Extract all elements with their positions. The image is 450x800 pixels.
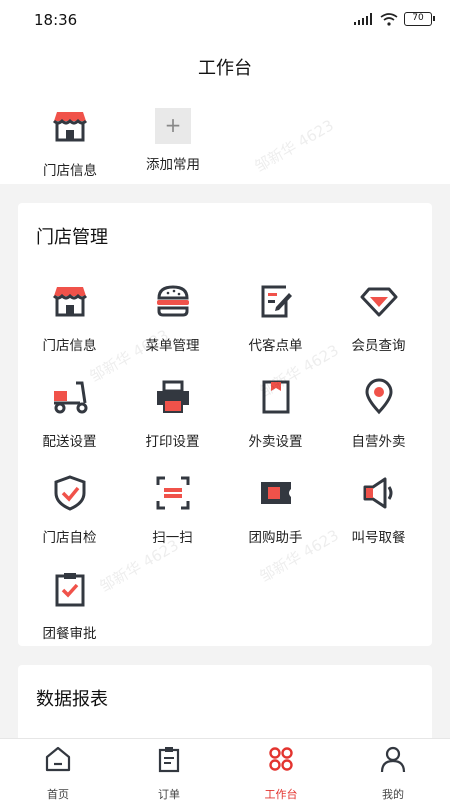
quick-item-store-info[interactable]: 门店信息 xyxy=(30,106,110,179)
grid-item-label: 叫号取餐 xyxy=(351,530,406,546)
grid-item-takeout-settings[interactable]: 外卖设置 xyxy=(224,377,327,450)
order-icon xyxy=(158,747,180,773)
bottom-tab-bar: 首页 订单 工作台 我的 xyxy=(0,738,450,800)
grid-item-group-buy-assistant[interactable]: 团购助手 xyxy=(224,473,327,546)
store-icon xyxy=(52,287,87,317)
grid-item-delivery-settings[interactable]: 配送设置 xyxy=(18,377,121,450)
workbench-icon xyxy=(269,747,293,771)
data-reports-card: 数据报表 xyxy=(18,665,432,745)
grid-item-label: 门店信息 xyxy=(42,338,97,354)
status-time: 18:36 xyxy=(34,11,78,29)
grid-item-group-meal-approval[interactable]: 团餐审批 xyxy=(18,569,121,642)
grid-item-label: 自营外卖 xyxy=(351,434,406,450)
tab-label: 首页 xyxy=(47,788,69,800)
burger-icon xyxy=(156,285,189,317)
section-title: 门店管理 xyxy=(36,227,108,248)
grid-item-label: 扫一扫 xyxy=(152,530,193,546)
location-pin-icon xyxy=(364,378,393,415)
grid-item-valet-order[interactable]: 代客点单 xyxy=(224,281,327,354)
quick-item-add-favorite[interactable]: + 添加常用 xyxy=(133,106,213,173)
takeout-bag-icon xyxy=(262,380,289,414)
grid-item-member-lookup[interactable]: 会员查询 xyxy=(327,281,430,354)
grid-item-label: 团餐审批 xyxy=(42,626,97,642)
tab-label: 订单 xyxy=(158,788,180,800)
store-management-card: 门店管理 门店信息 菜单管理 代客点单 会员查询 配送设置 打印设置 外卖设置 … xyxy=(18,203,432,646)
page-header: 工作台 xyxy=(0,40,450,90)
battery-icon: 70 xyxy=(404,12,435,26)
status-icons: 70 xyxy=(354,12,435,26)
quick-access: 门店信息 + 添加常用 xyxy=(0,90,450,184)
quick-item-label: 添加常用 xyxy=(146,157,200,173)
store-icon xyxy=(52,112,88,142)
scooter-icon xyxy=(53,381,87,414)
home-icon xyxy=(45,746,71,772)
wifi-icon xyxy=(380,12,398,26)
signal-icon xyxy=(354,13,372,25)
tab-orders[interactable]: 订单 xyxy=(113,745,225,800)
grid-item-label: 代客点单 xyxy=(248,338,303,354)
page-title: 工作台 xyxy=(198,58,252,79)
tab-label: 我的 xyxy=(382,788,404,800)
grid-item-label: 菜单管理 xyxy=(145,338,200,354)
tab-label: 工作台 xyxy=(264,788,298,800)
diamond-icon xyxy=(360,287,397,317)
grid-item-call-number-pickup[interactable]: 叫号取餐 xyxy=(327,473,430,546)
grid-item-store-info[interactable]: 门店信息 xyxy=(18,281,121,354)
profile-icon xyxy=(380,746,406,773)
grid-item-label: 团购助手 xyxy=(248,530,303,546)
scan-icon xyxy=(156,476,189,510)
shield-check-icon xyxy=(54,475,85,511)
grid-item-self-delivery[interactable]: 自营外卖 xyxy=(327,377,430,450)
status-bar: 18:36 70 xyxy=(0,0,450,40)
printer-icon xyxy=(156,380,189,413)
plus-icon: + xyxy=(155,108,191,144)
tab-profile[interactable]: 我的 xyxy=(337,745,449,800)
quick-item-label: 门店信息 xyxy=(43,163,97,179)
grid-item-label: 外卖设置 xyxy=(248,434,303,450)
clipboard-check-icon xyxy=(55,573,84,607)
grid-item-print-settings[interactable]: 打印设置 xyxy=(121,377,224,450)
tab-home[interactable]: 首页 xyxy=(2,745,114,800)
grid-item-menu-management[interactable]: 菜单管理 xyxy=(121,281,224,354)
speaker-icon xyxy=(363,477,392,509)
tab-workbench[interactable]: 工作台 xyxy=(225,745,337,800)
grid-item-store-self-check[interactable]: 门店自检 xyxy=(18,473,121,546)
grid-item-label: 打印设置 xyxy=(145,434,200,450)
grid-item-label: 门店自检 xyxy=(42,530,97,546)
edit-order-icon xyxy=(261,285,292,318)
grid-item-label: 配送设置 xyxy=(42,434,97,450)
grid-item-label: 会员查询 xyxy=(351,338,406,354)
section-title: 数据报表 xyxy=(36,689,108,710)
ticket-icon xyxy=(260,482,291,504)
grid-item-scan[interactable]: 扫一扫 xyxy=(121,473,224,546)
